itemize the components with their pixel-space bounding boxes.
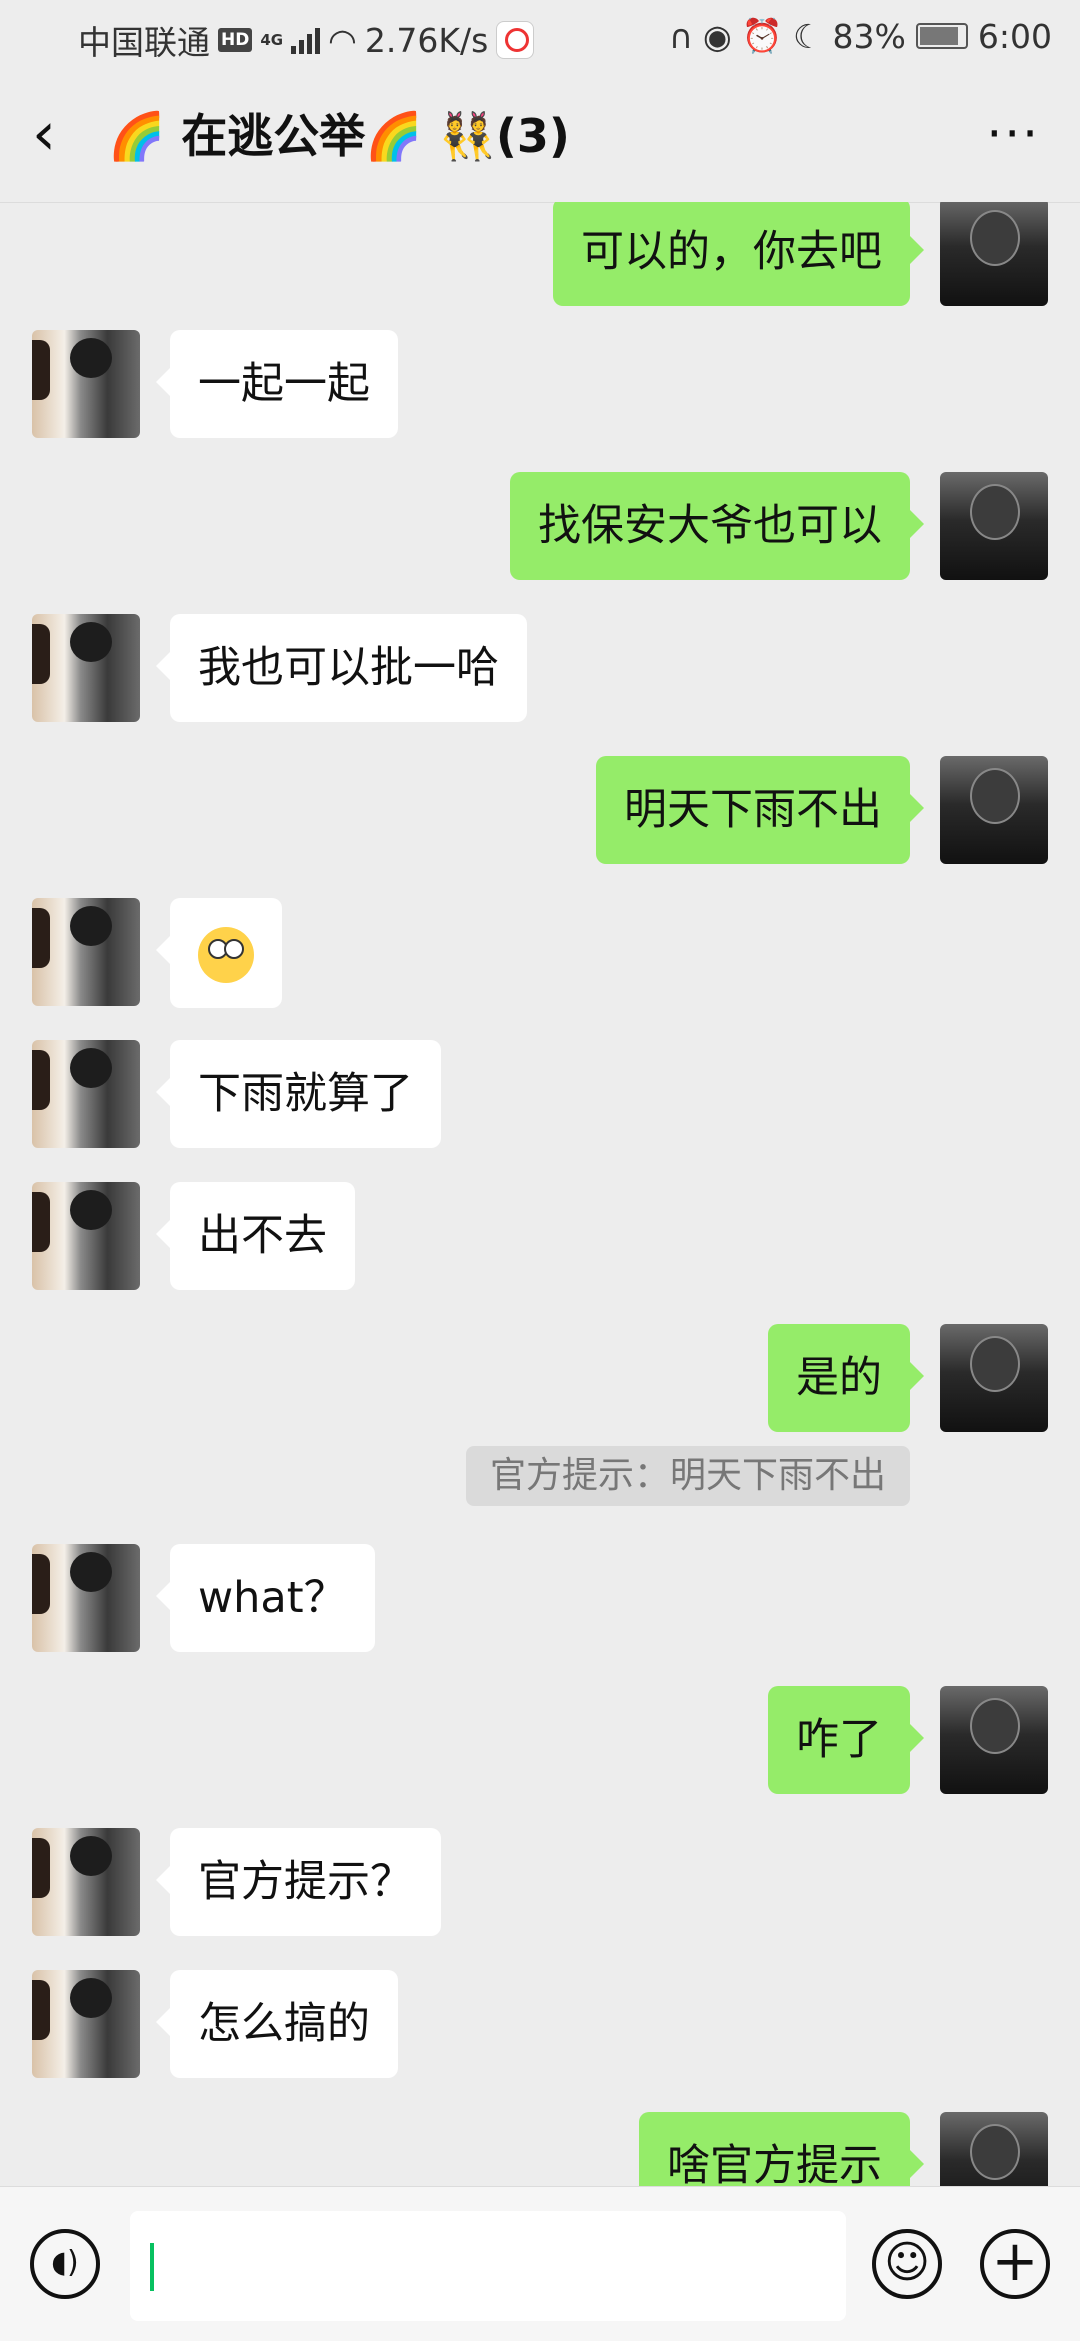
contact-avatar[interactable] [32,898,140,1006]
message-bubble[interactable]: what？ [156,1544,375,1652]
network-speed: 2.76K/s [364,20,489,60]
self-avatar[interactable] [940,472,1048,580]
self-avatar[interactable] [940,2112,1048,2186]
system-notice: 官方提示：明天下雨不出 [465,1446,910,1506]
battery-percent: 83% [832,16,906,56]
contact-avatar[interactable] [32,330,140,438]
message-bubble[interactable]: 怎么搞的 [156,1970,398,2078]
message-row: 可以的，你去吧 [0,202,1080,306]
message-bubble[interactable]: 啥官方提示 [639,2112,924,2186]
headphones-icon: ∩ [668,16,694,56]
self-avatar[interactable] [940,1324,1048,1432]
signal-icon [291,26,321,54]
moon-icon: ☾ [792,16,823,56]
network-type: 4G [260,31,284,49]
back-icon[interactable]: ‹ [32,104,56,164]
eye-roll-emoji [198,926,254,983]
message-bubble[interactable]: 明天下雨不出 [596,756,924,864]
message-bubble[interactable]: 可以的，你去吧 [553,202,924,306]
message-bubble[interactable]: 咋了 [768,1686,924,1794]
emoji-icon[interactable]: ☺ [872,2229,942,2299]
contact-avatar[interactable] [32,614,140,722]
message-input[interactable] [130,2211,846,2321]
voice-icon[interactable]: ◖) [30,2229,100,2299]
contact-avatar[interactable] [32,1544,140,1652]
app-notification-icon [496,21,535,59]
alarm-icon: ⏰ [741,16,783,55]
text-caret [150,2243,154,2291]
self-avatar[interactable] [940,756,1048,864]
message-bubble[interactable]: 官方提示？ [156,1828,441,1936]
message-bubble[interactable]: 找保安大爷也可以 [510,472,924,580]
contact-avatar[interactable] [32,1182,140,1290]
contact-avatar[interactable] [32,1970,140,2078]
contact-avatar[interactable] [32,1040,140,1148]
message-bubble[interactable]: 下雨就算了 [156,1040,441,1148]
chat-title: 🌈 在逃公举🌈 👯(3) [108,109,570,163]
chat-header: ‹ 🌈 在逃公举🌈 👯(3) ··· [0,74,1080,203]
battery-icon [915,23,968,49]
clock: 6:00 [977,16,1052,56]
message-bubble[interactable]: 出不去 [156,1182,355,1290]
self-avatar[interactable] [940,202,1048,306]
message-bubble[interactable]: 是的 [768,1324,924,1432]
status-bar: 中国联通 HD 4G ◠ 2.76K/s ∩ ◉ ⏰ ☾ 83% 6:00 [0,0,1080,74]
eye-icon: ◉ [703,16,732,56]
hd-badge: HD [218,28,253,52]
more-options-icon[interactable]: ··· [986,104,1040,164]
message-bubble[interactable]: 一起一起 [156,330,398,438]
input-bar: ◖) ☺ + [0,2186,1080,2341]
message-list[interactable]: 可以的，你去吧 一起一起 找保安大爷也可以 我也可以批一哈 明天下雨不出 下雨就… [0,202,1080,2186]
plus-icon[interactable]: + [980,2229,1050,2299]
contact-avatar[interactable] [32,1828,140,1936]
message-bubble[interactable]: 我也可以批一哈 [156,614,527,722]
wifi-icon: ◠ [328,20,357,60]
carrier-label: 中国联通 [78,23,210,62]
self-avatar[interactable] [940,1686,1048,1794]
message-bubble[interactable] [156,898,282,1008]
